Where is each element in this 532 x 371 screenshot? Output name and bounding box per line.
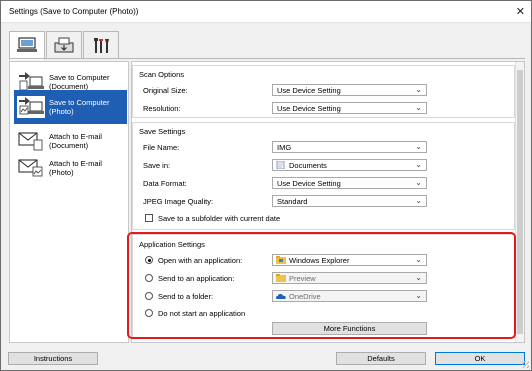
- application-settings-highlight: [127, 232, 516, 339]
- top-tab-strip: [9, 31, 529, 60]
- resize-grip[interactable]: [522, 361, 529, 368]
- settings-dialog: Settings (Save to Computer (Photo)) ✕ Sa…: [0, 0, 532, 371]
- instructions-button[interactable]: Instructions: [8, 352, 98, 365]
- scan-from-computer-icon: [17, 37, 37, 52]
- subfolder-label: Save to a subfolder with current date: [158, 214, 281, 223]
- save-photo-icon: [17, 96, 45, 118]
- file-name-value: IMG: [277, 143, 292, 152]
- file-name-label: File Name:: [143, 143, 180, 152]
- close-icon[interactable]: ✕: [516, 5, 525, 18]
- resolution-value: Use Device Setting: [277, 104, 341, 113]
- scan-options-group: Scan Options Original Size: Use Device S…: [132, 65, 515, 118]
- data-format-label: Data Format:: [143, 179, 187, 188]
- chevron-down-icon: ⌄: [415, 103, 422, 112]
- sidebar-item-save-photo[interactable]: Save to Computer (Photo): [14, 90, 127, 124]
- defaults-button[interactable]: Defaults: [336, 352, 426, 365]
- save-settings-group: Save Settings File Name: IMG ⌄ Save in: …: [132, 122, 515, 230]
- tab-scan-from-computer[interactable]: [9, 31, 45, 60]
- file-name-combo[interactable]: IMG ⌄: [272, 141, 427, 153]
- chevron-down-icon: ⌄: [415, 85, 422, 94]
- resolution-select[interactable]: Use Device Setting ⌄: [272, 102, 427, 114]
- vertical-scrollbar[interactable]: [515, 62, 524, 342]
- scan-mode-list: Save to Computer (Document) Save to Comp…: [9, 61, 129, 343]
- data-format-value: Use Device Setting: [277, 179, 341, 188]
- ok-button[interactable]: OK: [435, 352, 525, 365]
- tab-scan-from-operation-panel[interactable]: [46, 31, 82, 59]
- resolution-label: Resolution:: [143, 104, 181, 113]
- scan-options-title: Scan Options: [139, 70, 185, 79]
- sidebar-item-label: Save to Computer (Photo): [49, 98, 110, 116]
- title-bar: Settings (Save to Computer (Photo)) ✕: [1, 1, 531, 23]
- email-document-icon: [18, 132, 43, 151]
- jpeg-quality-select[interactable]: Standard ⌄: [272, 195, 427, 207]
- email-photo-icon: [18, 159, 43, 177]
- original-size-value: Use Device Setting: [277, 86, 341, 95]
- subfolder-checkbox[interactable]: [145, 214, 153, 222]
- chevron-down-icon: ⌄: [415, 160, 422, 169]
- sidebar-item-label: Attach to E-mail (Document): [49, 132, 102, 150]
- save-in-value: Documents: [289, 161, 327, 170]
- sidebar-item-label: Save to Computer (Document): [49, 73, 110, 91]
- chevron-down-icon: ⌄: [415, 178, 422, 187]
- scan-from-operation-panel-icon: [54, 37, 74, 53]
- original-size-select[interactable]: Use Device Setting ⌄: [272, 84, 427, 96]
- data-format-select[interactable]: Use Device Setting ⌄: [272, 177, 427, 189]
- tab-general-settings[interactable]: [83, 31, 119, 59]
- general-settings-tools-icon: [94, 37, 109, 53]
- save-settings-title: Save Settings: [139, 127, 186, 136]
- save-in-select[interactable]: Documents ⌄: [272, 159, 427, 171]
- chevron-down-icon: ⌄: [415, 142, 422, 151]
- sidebar-item-email-photo[interactable]: Attach to E-mail (Photo): [14, 151, 127, 185]
- scrollbar-thumb[interactable]: [517, 70, 523, 334]
- window-title: Settings (Save to Computer (Photo)): [9, 7, 139, 16]
- original-size-label: Original Size:: [143, 86, 188, 95]
- jpeg-quality-label: JPEG Image Quality:: [143, 197, 214, 206]
- save-in-label: Save in:: [143, 161, 171, 170]
- chevron-down-icon: ⌄: [415, 196, 422, 205]
- sidebar-item-label: Attach to E-mail (Photo): [49, 159, 102, 177]
- documents-folder-icon: [276, 161, 285, 169]
- jpeg-quality-value: Standard: [277, 197, 308, 206]
- tab-divider: [9, 58, 525, 59]
